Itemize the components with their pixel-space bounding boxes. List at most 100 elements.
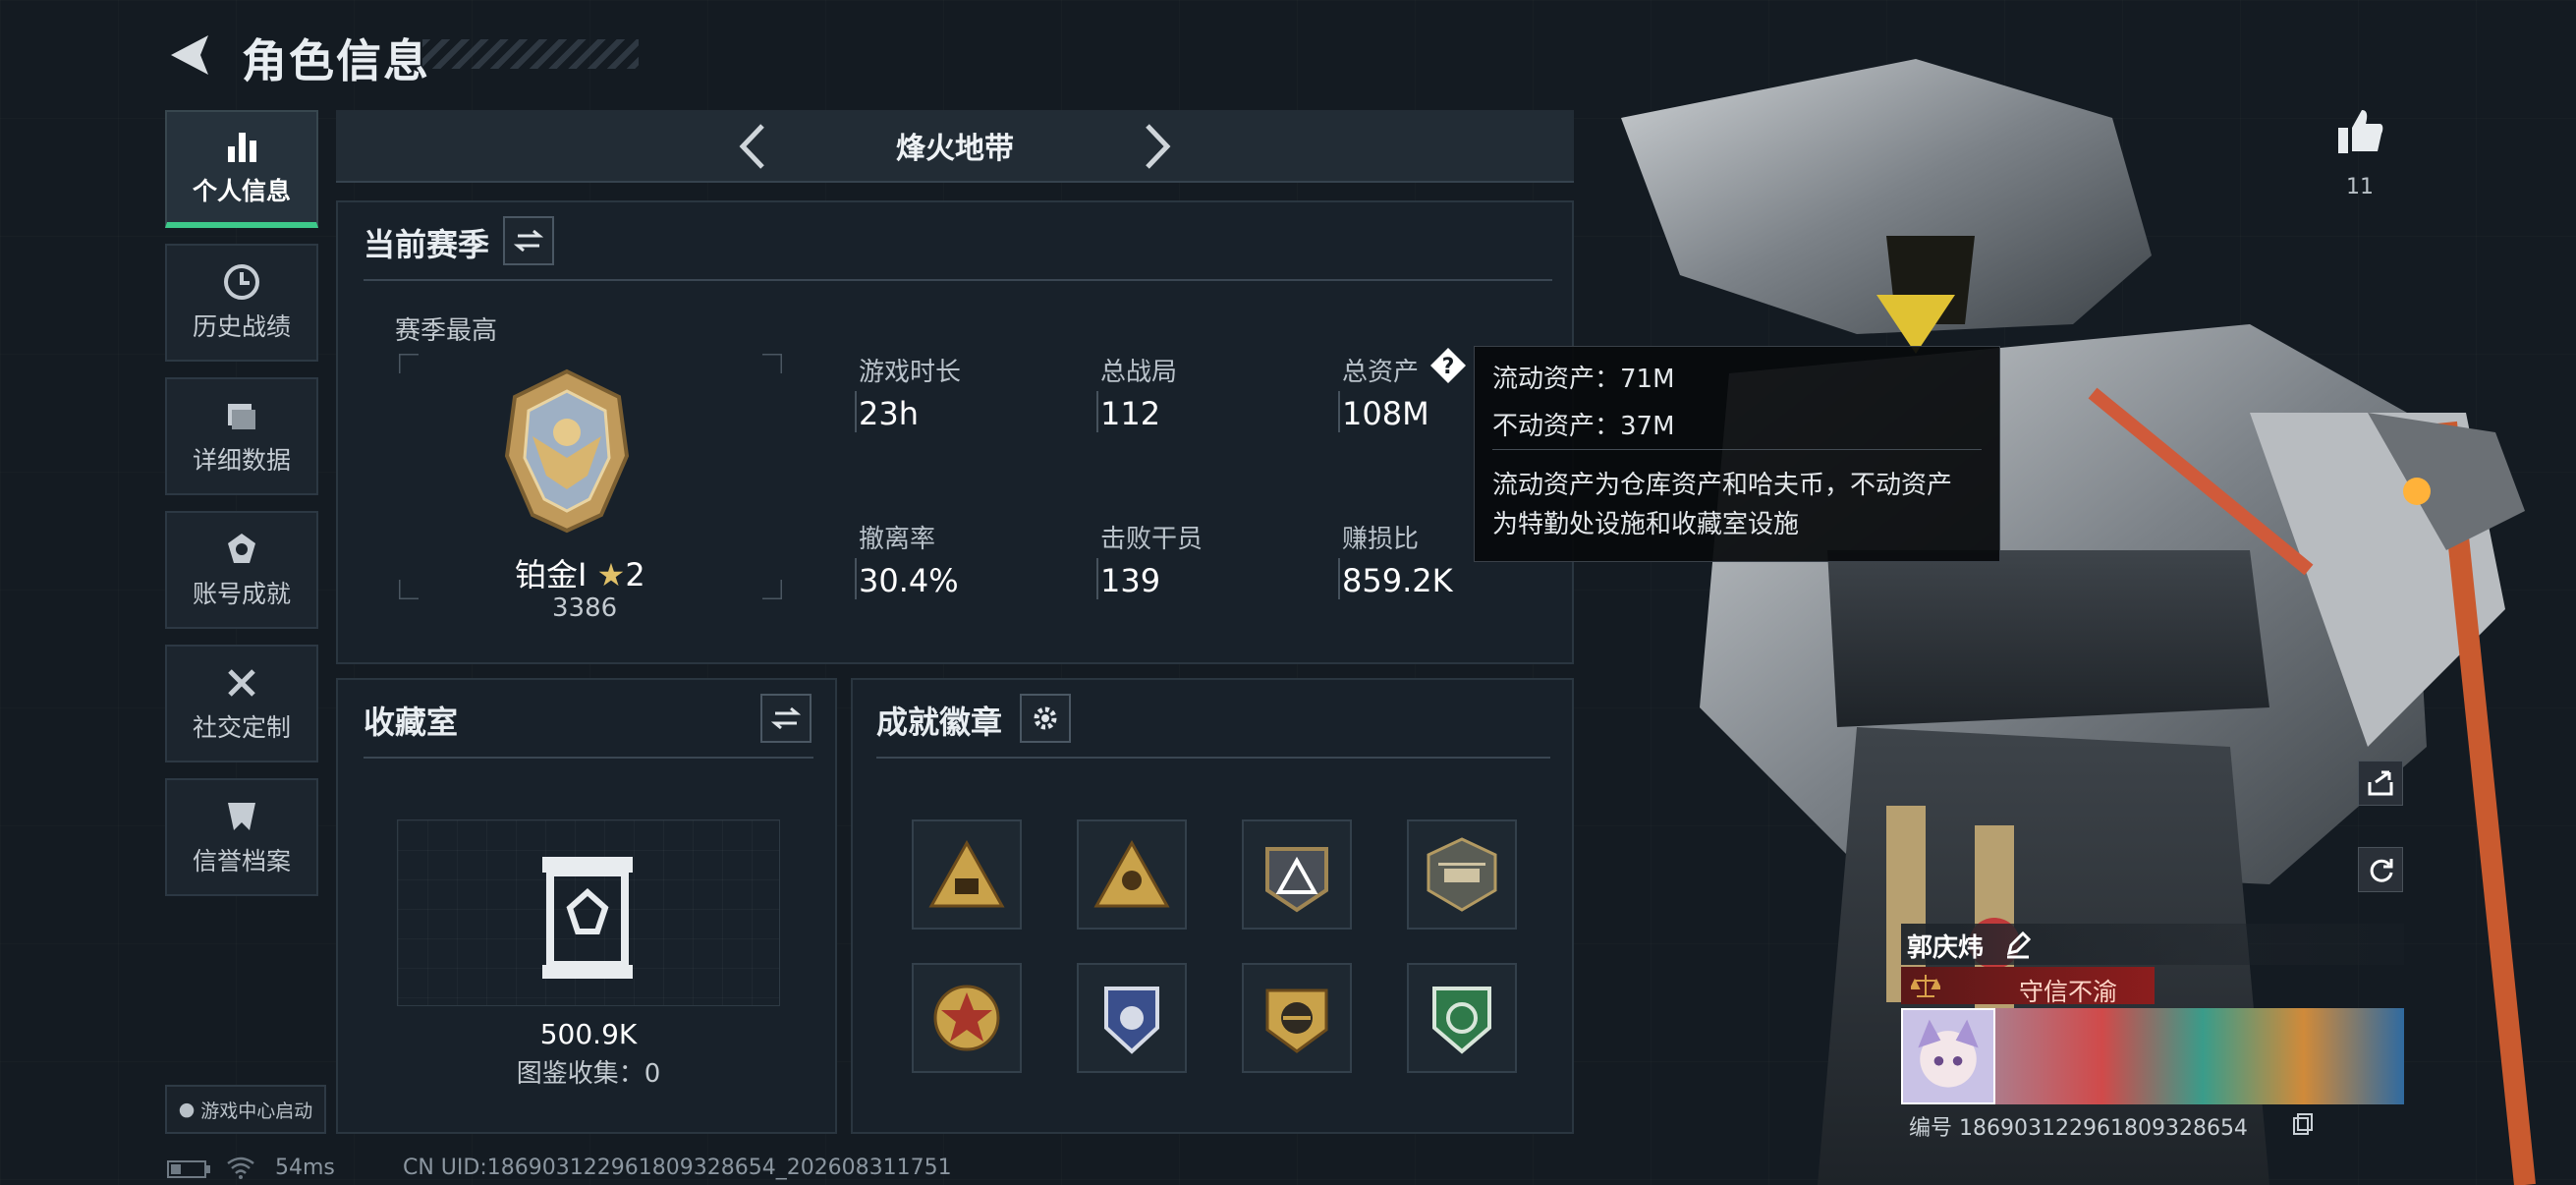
rank-name: 铂金I: [515, 556, 588, 593]
star-icon: ★: [596, 556, 626, 593]
stat-divider: [1096, 391, 1098, 432]
help-icon[interactable]: ?: [1428, 346, 1468, 385]
rank-stars: 2: [625, 556, 645, 593]
eagle-badge-icon: [1265, 988, 1328, 1053]
mountain-badge-icon: [1265, 847, 1328, 913]
back-arrow-icon[interactable]: [165, 29, 216, 81]
swap-icon: [514, 229, 543, 253]
stat-label: 赚损比: [1342, 525, 1420, 554]
nav-label: 账号成就: [192, 580, 291, 608]
stat-label: 总战局: [1100, 358, 1178, 387]
stat-value: 859.2K: [1342, 562, 1453, 599]
battery-icon: [167, 1159, 212, 1179]
header-decoration: [422, 39, 639, 69]
badge-mountain[interactable]: [1242, 819, 1352, 930]
collection-panel[interactable]: 收藏室 500.9K 图鉴收集：0: [336, 678, 837, 1134]
nav-label: 个人信息: [192, 177, 291, 205]
nav-label: 信誉档案: [192, 847, 291, 875]
badge-leaf[interactable]: [1407, 963, 1517, 1073]
thumbs-up-icon[interactable]: [2334, 106, 2385, 157]
next-mode-arrow-icon[interactable]: [1132, 120, 1181, 173]
clock-icon: [224, 264, 259, 300]
game-center-button[interactable]: ● 游戏中心启动: [165, 1085, 326, 1134]
gear-icon: [1034, 706, 1057, 730]
badge-triangle[interactable]: [912, 819, 1022, 930]
collection-title: 收藏室: [364, 704, 459, 741]
refresh-icon: [2370, 859, 2393, 882]
share-button[interactable]: [2358, 761, 2403, 806]
nav-item-details[interactable]: 详细数据: [165, 377, 318, 495]
rank-points: 3386: [552, 593, 618, 623]
prev-mode-arrow-icon[interactable]: [729, 120, 778, 173]
stat-value: 30.4%: [859, 562, 959, 599]
stat-value: 139: [1100, 562, 1161, 599]
assets-tooltip: 流动资产：71M 不动资产：37M 流动资产为仓库资产和哈夫币，不动资产 为特勤…: [1474, 346, 2000, 562]
folder-icon: [228, 404, 255, 429]
badges-panel: 成就徽章: [851, 678, 1574, 1134]
season-panel: 当前赛季 赛季最高 铂金I ★2 3386 游戏时长 23h 总战局 112 总…: [336, 200, 1574, 664]
swap-icon: [771, 706, 801, 730]
rank-emblem-icon: [503, 367, 631, 535]
soldiers-badge-icon: [1093, 839, 1170, 908]
nav-item-social[interactable]: 社交定制: [165, 645, 318, 762]
nav-item-profile[interactable]: 个人信息: [165, 110, 318, 228]
helicopter-badge-icon: [1427, 837, 1497, 912]
uid-line: CN UID:186903122961809328654_20260831175…: [403, 1156, 952, 1180]
stat-divider: [855, 391, 857, 432]
nav-item-history[interactable]: 历史战绩: [165, 244, 318, 362]
stat-divider: [855, 558, 857, 599]
like-count: 11: [2346, 175, 2374, 199]
collection-value: 500.9K: [539, 1018, 638, 1050]
avatar[interactable]: [1901, 1008, 1995, 1104]
tooltip-divider: [1492, 449, 1982, 450]
page-title: 角色信息: [242, 34, 430, 87]
nav-label: 历史战绩: [192, 312, 291, 341]
stat-value: 23h: [859, 395, 919, 432]
badge-eagle[interactable]: [1242, 963, 1352, 1073]
season-title: 当前赛季: [364, 226, 490, 263]
badge-soldiers[interactable]: [1077, 819, 1187, 930]
badge-settings-button[interactable]: [1020, 694, 1071, 743]
badges-title: 成就徽章: [876, 704, 1003, 741]
swap-season-button[interactable]: [503, 216, 554, 265]
triangle-badge-icon: [928, 839, 1005, 908]
divider: [364, 757, 813, 759]
liquid-assets: 流动资产：71M: [1492, 365, 1675, 394]
mode-title: 烽火地带: [896, 132, 1014, 166]
nav-item-reputation[interactable]: 信誉档案: [165, 778, 318, 896]
divider: [876, 757, 1550, 759]
stat-divider: [1338, 391, 1340, 432]
badge-helicopter[interactable]: [1407, 819, 1517, 930]
rotate-button[interactable]: [2358, 847, 2403, 892]
stat-label: 总资产: [1342, 358, 1420, 387]
game-center-label: 游戏中心启动: [200, 1100, 313, 1122]
season-best-label: 赛季最高: [395, 316, 498, 346]
rank-name-row: 铂金I ★2: [515, 550, 645, 595]
svg-text:?: ?: [1442, 355, 1455, 379]
tooltip-note-line2: 为特勤处设施和收藏室设施: [1492, 510, 1800, 539]
tooltip-note-line1: 流动资产为仓库资产和哈夫币，不动资产: [1492, 471, 1953, 500]
badge-star[interactable]: [912, 963, 1022, 1073]
tools-icon: [228, 669, 255, 697]
swap-collection-button[interactable]: [760, 694, 812, 743]
nav-label: 详细数据: [192, 446, 291, 475]
badge-police[interactable]: [1077, 963, 1187, 1073]
divider: [364, 279, 1552, 281]
display-case-icon: [536, 853, 639, 981]
player-namecard[interactable]: 郭庆炜 守信不渝 编号 186903122961809328654: [1901, 924, 2404, 1150]
wifi-icon: [226, 1156, 255, 1179]
mode-selector: 烽火地带: [336, 110, 1574, 183]
copy-icon[interactable]: [2290, 1112, 2314, 1136]
shield-icon: [228, 803, 255, 830]
star-badge-icon: [933, 985, 1000, 1051]
police-badge-icon: [1104, 987, 1159, 1054]
bar-chart-icon: [228, 133, 256, 162]
nav-label: 社交定制: [192, 713, 291, 742]
edit-name-icon[interactable]: [2003, 930, 2033, 959]
catalog-count: 图鉴收集：0: [516, 1059, 661, 1089]
nav-item-achievements[interactable]: 账号成就: [165, 511, 318, 629]
player-name: 郭庆炜: [1907, 933, 1985, 963]
stat-label: 撤离率: [859, 525, 936, 554]
stat-value: 112: [1100, 395, 1161, 432]
ping-value: 54ms: [275, 1156, 335, 1180]
